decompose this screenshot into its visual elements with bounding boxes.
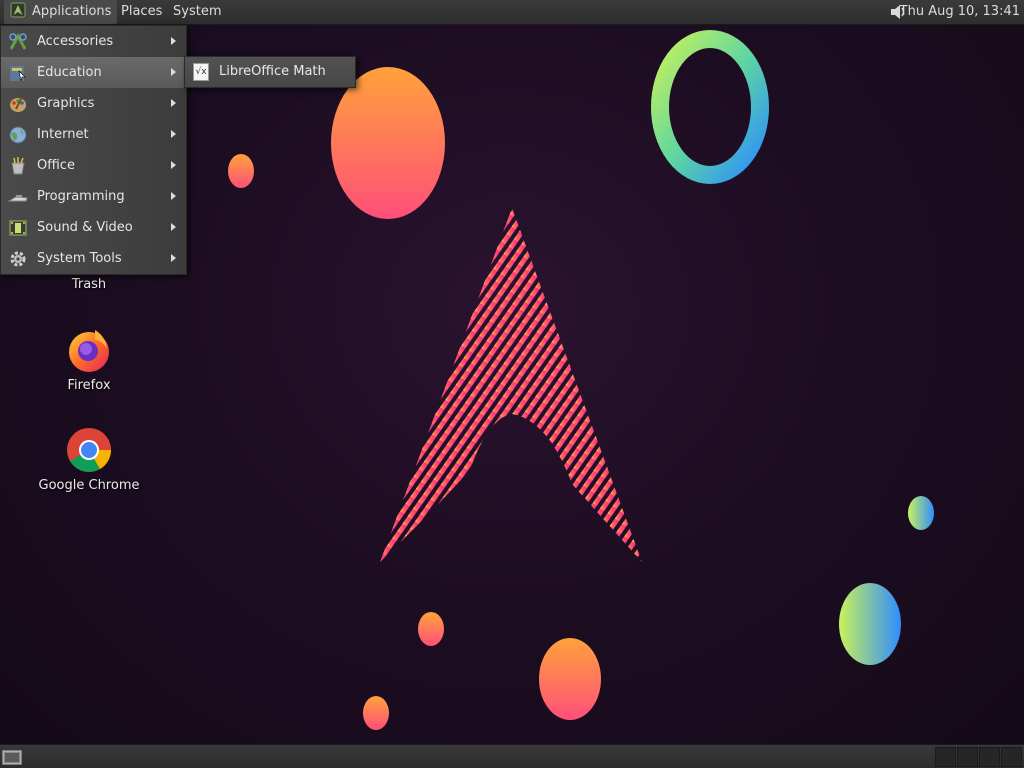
arch-logo-icon [10, 2, 26, 18]
internet-icon [9, 126, 27, 144]
menu-item-office[interactable]: Office [1, 150, 186, 181]
desktop-icon-trash[interactable]: Trash [29, 277, 149, 292]
workspace-4[interactable] [1001, 747, 1022, 767]
system-tools-icon [10, 251, 26, 267]
applications-menu-button[interactable]: Applications [4, 0, 118, 24]
workspace-3[interactable] [979, 747, 1000, 767]
desktop: Applications Places System Thu Aug 10, 1… [0, 0, 1024, 768]
firefox-label: Firefox [67, 378, 111, 393]
applications-label: Applications [32, 4, 112, 19]
show-desktop-icon[interactable] [2, 748, 22, 766]
bottom-panel [0, 744, 1024, 768]
chevron-right-icon [171, 223, 176, 231]
graphics-icon [10, 96, 26, 112]
submenu-item-libreoffice-math[interactable]: √x LibreOffice Math [185, 57, 355, 87]
education-submenu: √x LibreOffice Math [184, 56, 356, 88]
chevron-right-icon [171, 37, 176, 45]
chevron-right-icon [171, 254, 176, 262]
menu-item-label: Sound & Video [37, 220, 133, 235]
desktop-icon-google-chrome[interactable]: Google Chrome [29, 426, 149, 493]
top-panel: Applications Places System Thu Aug 10, 1… [0, 0, 1024, 25]
menu-item-label: Internet [37, 127, 89, 142]
sound-video-icon [9, 220, 27, 236]
applications-menu: Accessories Education Graphics Internet … [0, 25, 187, 275]
menu-item-system-tools[interactable]: System Tools [1, 243, 186, 274]
workspace-1[interactable] [935, 747, 956, 767]
menu-item-programming[interactable]: Programming [1, 181, 186, 212]
trash-label: Trash [71, 277, 107, 292]
office-icon [11, 157, 25, 175]
submenu-item-label: LibreOffice Math [219, 64, 326, 79]
menu-item-label: Education [37, 65, 102, 80]
workspace-2[interactable] [957, 747, 978, 767]
accessories-icon [9, 32, 27, 50]
firefox-icon [69, 330, 109, 372]
education-icon [10, 66, 26, 82]
google-chrome-icon [67, 428, 111, 472]
system-menu-button[interactable]: System [167, 0, 227, 24]
menu-item-label: Programming [37, 189, 125, 204]
menu-item-label: Accessories [37, 34, 114, 49]
menu-item-accessories[interactable]: Accessories [1, 26, 186, 57]
google-chrome-label: Google Chrome [38, 478, 140, 493]
chevron-right-icon [171, 68, 176, 76]
chevron-right-icon [171, 192, 176, 200]
clock[interactable]: Thu Aug 10, 13:41 [900, 0, 1020, 24]
chevron-right-icon [171, 130, 176, 138]
desktop-icon-firefox[interactable]: Firefox [29, 326, 149, 393]
menu-item-graphics[interactable]: Graphics [1, 88, 186, 119]
programming-icon [8, 195, 28, 202]
menu-item-sound-video[interactable]: Sound & Video [1, 212, 186, 243]
menu-item-education[interactable]: Education [1, 57, 186, 88]
menu-item-internet[interactable]: Internet [1, 119, 186, 150]
libreoffice-math-icon: √x [193, 63, 209, 81]
places-menu-button[interactable]: Places [115, 0, 168, 24]
menu-item-label: System Tools [37, 251, 122, 266]
menu-item-label: Graphics [37, 96, 95, 111]
chevron-right-icon [171, 161, 176, 169]
chevron-right-icon [171, 99, 176, 107]
menu-item-label: Office [37, 158, 75, 173]
